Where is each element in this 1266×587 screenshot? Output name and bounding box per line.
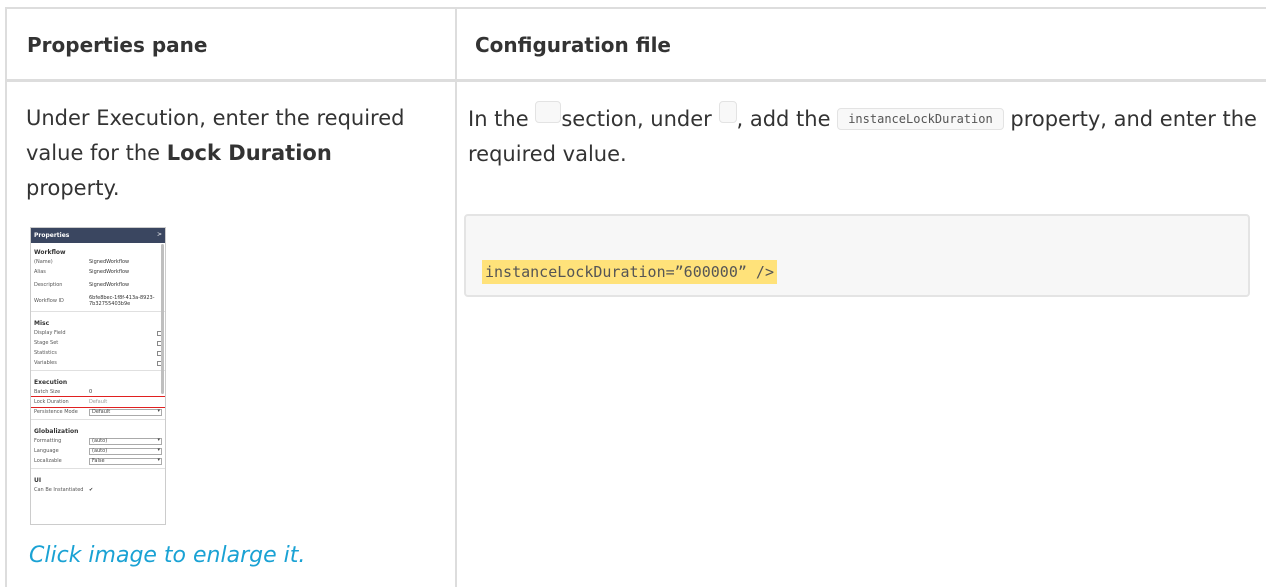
instruction-text: In the: [468, 107, 536, 131]
right-cell-instructions: In the section, under , add the instance…: [468, 101, 1263, 172]
thumb-value: SignedWorkflow: [89, 259, 130, 265]
inline-code-empty: [535, 101, 562, 123]
header-properties-pane: Properties pane: [27, 33, 208, 57]
header-configuration-file: Configuration file: [475, 33, 671, 57]
instruction-text-end: property.: [26, 176, 120, 200]
instruction-text: section, under: [561, 107, 719, 131]
thumb-group-ui: UI: [34, 477, 42, 484]
thumb-group-execution: Execution: [34, 379, 68, 386]
thumbnail-title: Properties: [34, 232, 70, 239]
thumb-value: Default: [89, 399, 108, 405]
thumb-key: Formatting: [34, 438, 62, 444]
thumb-dropdown: (auto): [89, 437, 162, 445]
column-divider: [455, 9, 457, 587]
thumb-key: Display Field: [34, 330, 66, 336]
thumb-group-misc: Misc: [34, 320, 50, 327]
thumb-group-workflow: Workflow: [34, 249, 66, 256]
thumb-key: (Name): [34, 259, 53, 265]
thumb-key: Can Be Instantiated: [34, 487, 84, 493]
left-cell-instructions: Under Execution, enter the required valu…: [26, 101, 426, 206]
thumb-divider: [31, 468, 165, 469]
properties-pane-thumbnail[interactable]: Properties > Workflow (Name) SignedWorkfl…: [30, 227, 166, 525]
code-block: instanceLockDuration=”600000” />: [464, 214, 1250, 297]
thumb-key: Description: [34, 282, 63, 288]
thumbnail-scrollbar: [161, 244, 164, 394]
enlarge-image-link[interactable]: Click image to enlarge it.: [29, 543, 305, 568]
lock-duration-label: Lock Duration: [166, 141, 332, 165]
thumb-group-globalization: Globalization: [34, 428, 79, 435]
thumb-value: SignedWorkflow: [89, 282, 130, 288]
thumb-dropdown: (auto): [89, 447, 162, 455]
thumb-divider: [31, 370, 165, 371]
thumb-value: SignedWorkflow: [89, 269, 130, 275]
docs-table: Properties pane Configuration file Under…: [5, 7, 1266, 587]
inline-code-empty: [718, 101, 737, 123]
thumb-dropdown: Default: [89, 408, 162, 416]
thumbnail-title-bar: Properties >: [31, 228, 165, 243]
thumb-key: Alias: [34, 269, 46, 275]
thumb-key: Persistence Mode: [34, 409, 78, 415]
thumb-value: 0: [89, 389, 93, 395]
thumb-key: Workflow ID: [34, 298, 64, 304]
inline-code-property: instanceLockDuration: [837, 108, 1004, 130]
header-divider: [7, 79, 1266, 82]
instruction-text: , add the: [736, 107, 838, 131]
thumb-key: Statistics: [34, 350, 57, 356]
highlighted-code-line: instanceLockDuration=”600000” />: [482, 260, 777, 284]
thumb-key: Batch Size: [34, 389, 61, 395]
thumb-key: Language: [34, 448, 59, 454]
thumb-divider: [31, 311, 165, 312]
thumb-key: Lock Duration: [34, 399, 69, 405]
checkbox-icon: ✔: [89, 487, 94, 493]
thumb-divider: [31, 419, 165, 420]
thumb-value: 6bfe8bec-1f8f-413a-8923-7b32755403b9e: [89, 295, 155, 307]
thumb-dropdown: False: [89, 457, 162, 465]
collapse-icon: >: [156, 231, 162, 238]
thumb-key: Variables: [34, 360, 57, 366]
thumb-key: Localizable: [34, 458, 62, 464]
thumb-key: Stage Set: [34, 340, 59, 346]
lock-duration-row-highlight: Lock Duration Default: [31, 396, 165, 408]
